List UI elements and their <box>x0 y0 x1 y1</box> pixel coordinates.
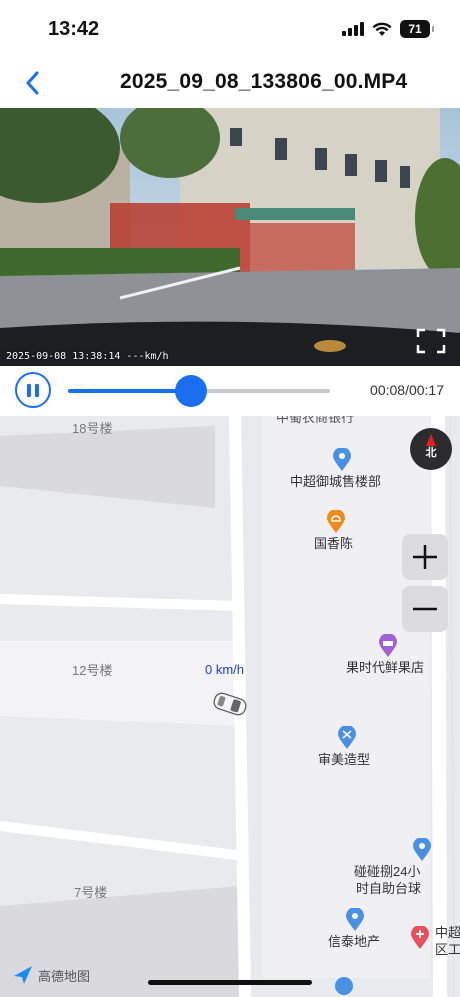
building-label: 7号楼 <box>74 885 108 900</box>
pause-icon-bar <box>35 383 39 397</box>
progress-slider[interactable] <box>68 375 330 407</box>
minus-icon <box>413 607 437 611</box>
video-player[interactable]: 2025-09-08 13:38:14 ---km/h <box>0 108 460 366</box>
video-frame <box>0 108 460 366</box>
location-pin-icon <box>346 908 364 931</box>
nav-bar: 2025_09_08_133806_00.MP4 <box>0 60 460 106</box>
status-icons: 71 <box>342 20 434 38</box>
scissors-icon <box>338 726 356 749</box>
poi-label: 信泰地产 <box>328 934 381 949</box>
building-label: 12号楼 <box>72 663 113 678</box>
poi-label-line2: 时自助台球 <box>356 881 422 896</box>
amap-logo: 高德地图 <box>12 964 90 986</box>
pause-button[interactable] <box>15 372 51 408</box>
pause-icon <box>27 383 31 397</box>
zoom-in-button[interactable] <box>402 534 448 580</box>
plus-icon <box>413 545 437 569</box>
location-pin-icon <box>333 448 351 471</box>
medical-icon <box>411 926 429 949</box>
poi-label: 果时代鲜果店 <box>346 660 425 675</box>
shop-basket-icon <box>379 634 397 657</box>
poi-label: 审美造型 <box>318 752 371 767</box>
map-label-cut: 中蜀农商银行 <box>276 416 355 425</box>
chevron-left-icon <box>26 71 39 95</box>
progress-fill <box>68 389 192 393</box>
fullscreen-button[interactable] <box>416 328 446 354</box>
compass-button[interactable]: 北 <box>410 428 452 470</box>
location-pin-icon <box>335 977 353 995</box>
poi-label: 国香陈 <box>314 536 354 551</box>
status-time: 13:42 <box>48 18 100 40</box>
speed-label: 0 km/h <box>205 662 245 677</box>
restaurant-icon <box>327 510 345 533</box>
poi-label: 中超御城售楼部 <box>290 474 382 489</box>
amap-logo-icon <box>14 966 32 984</box>
building-label: 18号楼 <box>72 421 113 436</box>
logo-text: 高德地图 <box>38 968 91 984</box>
compass-label: 北 <box>425 447 437 459</box>
progress-thumb[interactable] <box>175 375 208 407</box>
page-title: 2025_09_08_133806_00.MP4 <box>120 70 408 93</box>
battery-icon: 71 <box>400 20 434 38</box>
status-bar: 13:42 71 <box>0 0 460 60</box>
location-pin-icon <box>413 838 431 861</box>
playback-bar: 00:08/00:17 <box>0 366 460 416</box>
signal-icon <box>342 22 364 36</box>
poi-label-line2: 区工 <box>435 942 460 957</box>
zoom-out-button[interactable] <box>402 586 448 632</box>
map-view[interactable]: 18号楼 12号楼 7号楼 中蜀农商银行 中超御城售楼部 国香陈 果时代鲜果店 … <box>0 416 460 997</box>
video-timestamp: 2025-09-08 13:38:14 ---km/h <box>6 351 169 362</box>
fullscreen-icon <box>416 328 446 354</box>
wifi-icon <box>372 22 392 36</box>
time-readout: 00:08/00:17 <box>370 382 444 398</box>
home-indicator <box>148 980 312 985</box>
back-button[interactable] <box>16 66 50 100</box>
